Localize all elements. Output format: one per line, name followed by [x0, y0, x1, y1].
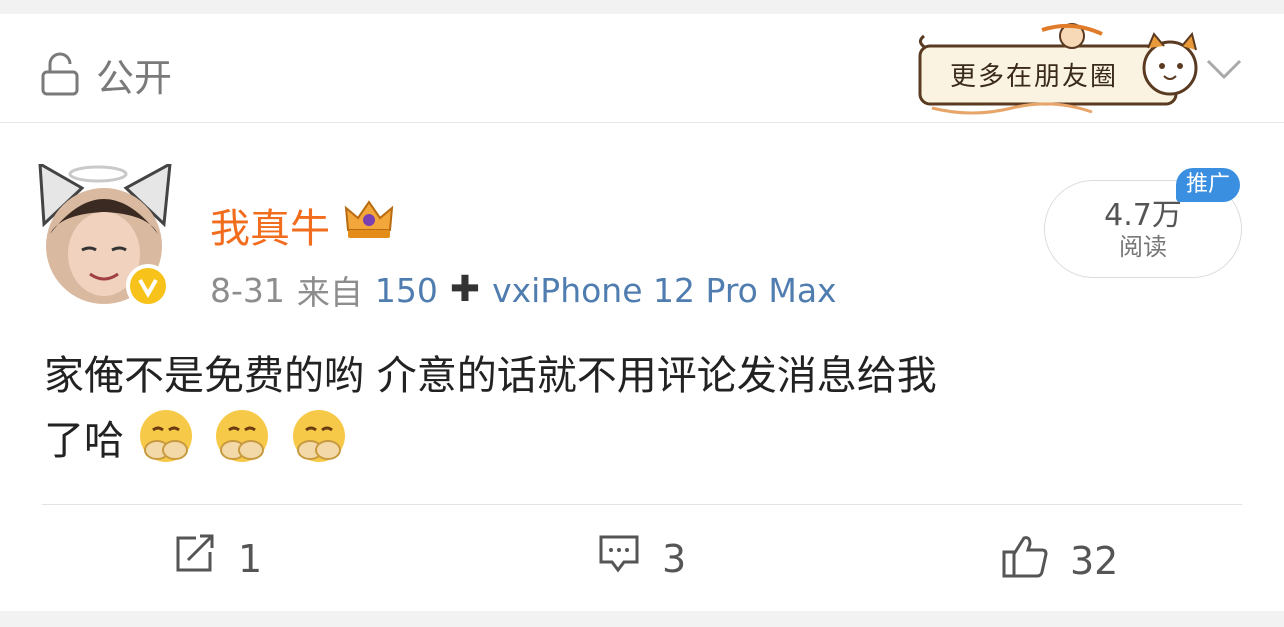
from-label: 来自 [296, 273, 363, 312]
post-meta: 8-31 来自 150 ✚ vxiPhone 12 Pro Max [210, 266, 837, 314]
content-line-1: 家俺不是免费的哟 介意的话就不用评论发消息给我 [44, 353, 937, 399]
face-covering-mouth-icon [293, 410, 346, 462]
promo-badge: 推广 [1176, 168, 1241, 202]
face-covering-mouth-icon [216, 410, 269, 462]
read-label: 阅读 [1119, 233, 1167, 261]
content-line-2: 了哈 [44, 418, 124, 464]
header-divider [0, 122, 1284, 123]
repost-count: 1 [238, 536, 263, 581]
avatar[interactable] [36, 161, 172, 310]
source-part-a[interactable]: 150 [375, 271, 438, 310]
friends-circle-banner[interactable]: 更多在朋友圈 [912, 22, 1202, 116]
username-text: 我真牛 [210, 206, 330, 252]
banner-text: 更多在朋友圈 [950, 62, 1119, 92]
repost-icon [174, 534, 216, 583]
post-content: 家俺不是免费的哟 介意的话就不用评论发消息给我 了哈 [44, 344, 1244, 473]
plus-icon: ✚ [449, 269, 481, 310]
username[interactable]: 我真牛 [210, 196, 396, 254]
repost-button[interactable]: 1 [174, 534, 262, 583]
privacy-setting[interactable]: 公开 [40, 52, 172, 100]
thumbs-up-icon [1002, 534, 1048, 587]
actions-divider [42, 504, 1242, 505]
unlock-icon [40, 52, 80, 96]
comment-icon [598, 534, 640, 583]
like-count: 32 [1070, 538, 1119, 583]
source-part-b[interactable]: vxiPhone 12 Pro Max [492, 271, 837, 310]
content-line-2-wrap: 了哈 [44, 408, 1244, 473]
post-date: 8-31 [210, 270, 285, 310]
post-card: 公开 更多在朋友圈 我真牛 8-31 来自 150 ✚ vxiPhone 12 … [0, 14, 1284, 611]
read-count: 4.7万 [1104, 198, 1182, 233]
privacy-label: 公开 [96, 55, 173, 100]
chevron-down-icon[interactable] [1206, 58, 1242, 84]
face-covering-mouth-icon [139, 410, 192, 462]
vip-crown-icon [342, 200, 396, 250]
like-button[interactable]: 32 [1002, 534, 1118, 587]
comment-button[interactable]: 3 [598, 534, 686, 583]
comment-count: 3 [662, 536, 687, 581]
